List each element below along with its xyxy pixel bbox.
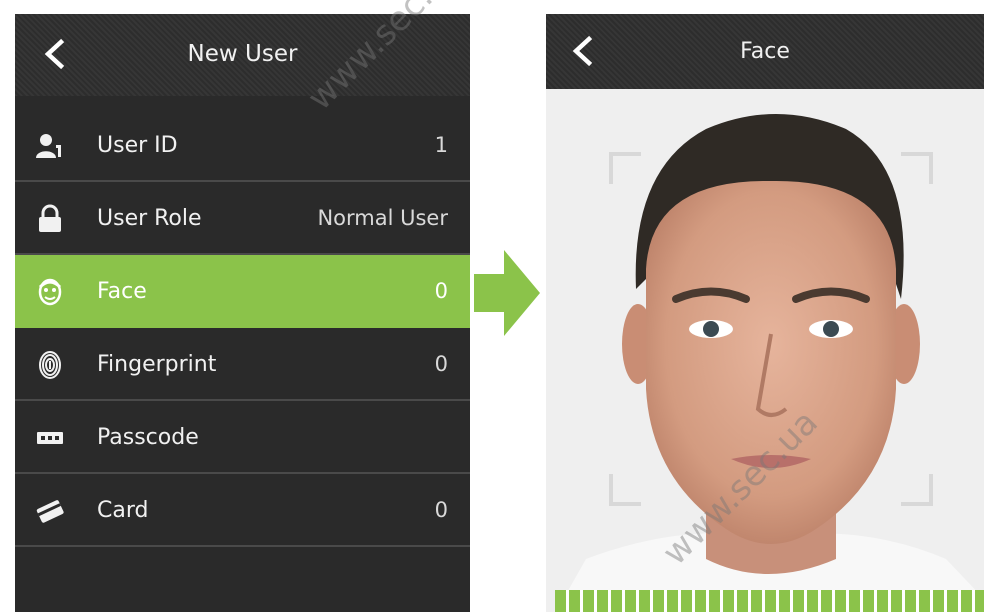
user-menu: User ID 1 User Role Normal User Face 0 F… (15, 109, 470, 547)
menu-item-label: Fingerprint (97, 352, 217, 377)
menu-item-label: Card (97, 498, 149, 523)
camera-preview (546, 89, 984, 612)
menu-item-user-id[interactable]: User ID 1 (15, 109, 470, 182)
menu-item-label: Passcode (97, 425, 199, 450)
menu-item-face[interactable]: Face 0 (15, 255, 470, 328)
menu-item-card[interactable]: Card 0 (15, 474, 470, 547)
menu-item-value: 0 (434, 279, 448, 303)
menu-item-label: User ID (97, 133, 178, 158)
header: Face (546, 14, 984, 89)
new-user-screen: New User User ID 1 User Role Normal User… (15, 14, 470, 612)
user-id-icon (35, 131, 65, 161)
face-enroll-screen: Face (546, 14, 984, 612)
menu-item-value: 0 (434, 498, 448, 522)
stage: New User User ID 1 User Role Normal User… (0, 0, 984, 612)
lock-icon (35, 204, 65, 234)
header: New User (15, 14, 470, 96)
arrow-right-icon (474, 250, 540, 336)
page-title: New User (187, 41, 298, 67)
menu-item-passcode[interactable]: Passcode (15, 401, 470, 474)
face-image (546, 89, 984, 612)
page-title: Face (740, 39, 790, 64)
menu-item-label: Face (97, 279, 147, 304)
menu-item-value: Normal User (317, 206, 448, 230)
menu-item-fingerprint[interactable]: Fingerprint 0 (15, 328, 470, 401)
menu-item-user-role[interactable]: User Role Normal User (15, 182, 470, 255)
menu-item-label: User Role (97, 206, 202, 231)
passcode-icon (35, 423, 65, 453)
face-icon (35, 277, 65, 307)
card-icon (35, 496, 65, 526)
menu-item-value: 1 (434, 133, 448, 157)
capture-progress-bar (555, 590, 984, 612)
fingerprint-icon (35, 350, 65, 380)
menu-item-value: 0 (434, 352, 448, 376)
